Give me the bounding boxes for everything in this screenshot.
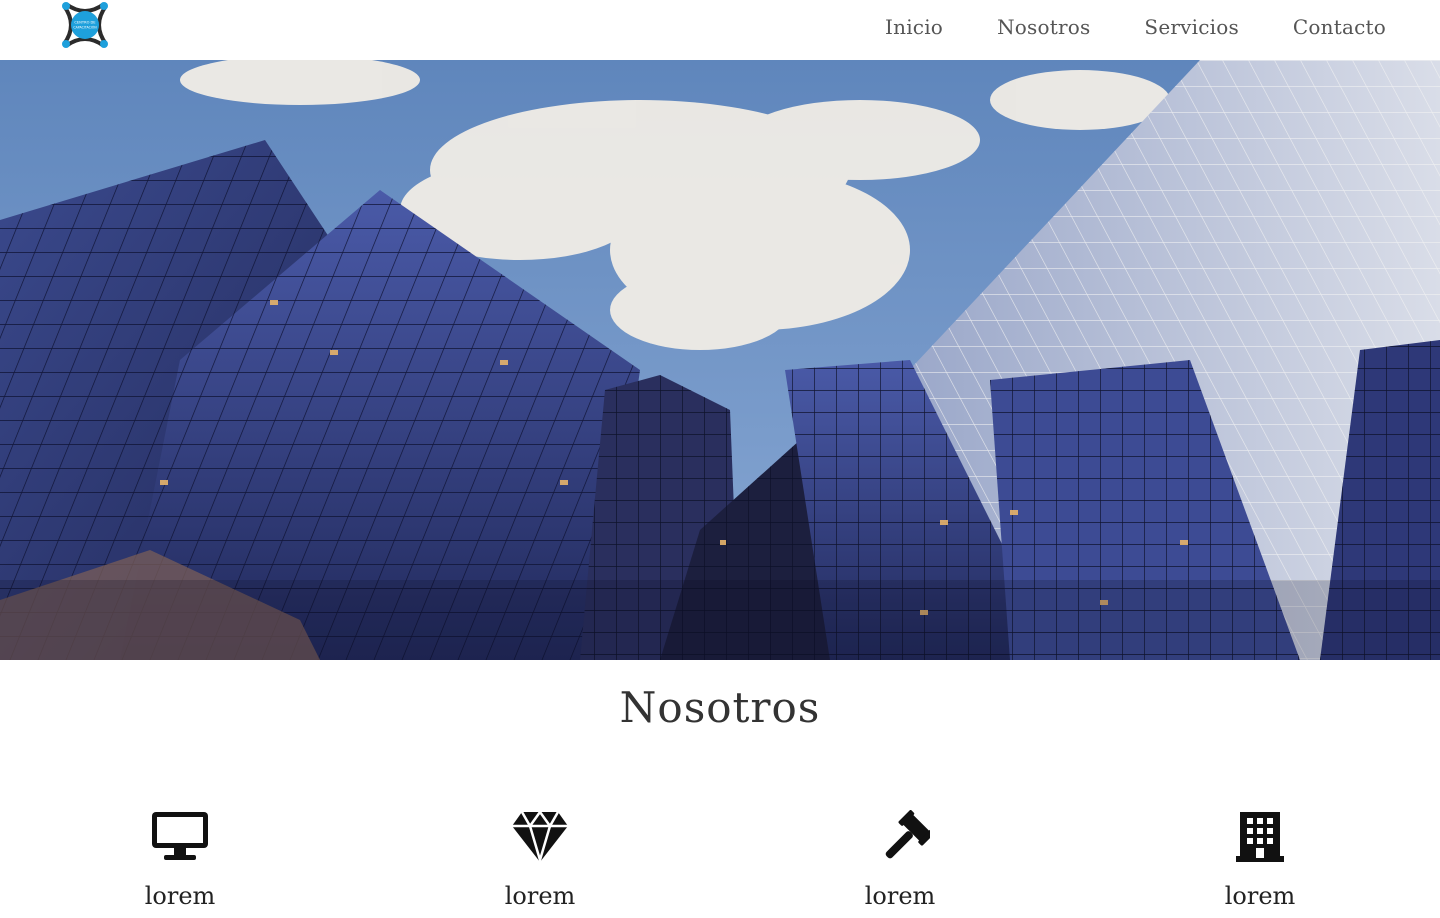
section-title: Nosotros [619,683,821,732]
desktop-icon [152,812,208,860]
nav-link-contacto[interactable]: Contacto [1293,15,1386,39]
gavel-icon [885,810,930,859]
building-icon [1236,812,1284,862]
feature-desktop: lorem [90,810,270,910]
main-nav: Inicio Nosotros Servicios Contacto [885,15,1386,39]
logo-text-line2: CAPACITACIÓN [73,25,97,30]
diamond-icon [512,810,568,864]
feature-building: lorem [1170,810,1350,910]
feature-label: lorem [144,882,216,910]
feature-diamond: lorem [450,810,630,910]
feature-label: lorem [864,882,936,910]
feature-label: lorem [1224,882,1296,910]
hero-image [0,60,1440,660]
feature-gavel: lorem [810,810,990,910]
nav-link-inicio[interactable]: Inicio [885,15,943,39]
navbar: CENTRO DE CAPACITACIÓN Inicio Nosotros S… [0,0,1440,60]
logo-icon: CENTRO DE CAPACITACIÓN [62,2,108,48]
nav-link-servicios[interactable]: Servicios [1144,15,1239,39]
feature-label: lorem [504,882,576,910]
nav-link-nosotros[interactable]: Nosotros [997,15,1090,39]
site-logo[interactable]: CENTRO DE CAPACITACIÓN [60,0,110,50]
logo-text-line1: CENTRO DE [74,21,96,25]
